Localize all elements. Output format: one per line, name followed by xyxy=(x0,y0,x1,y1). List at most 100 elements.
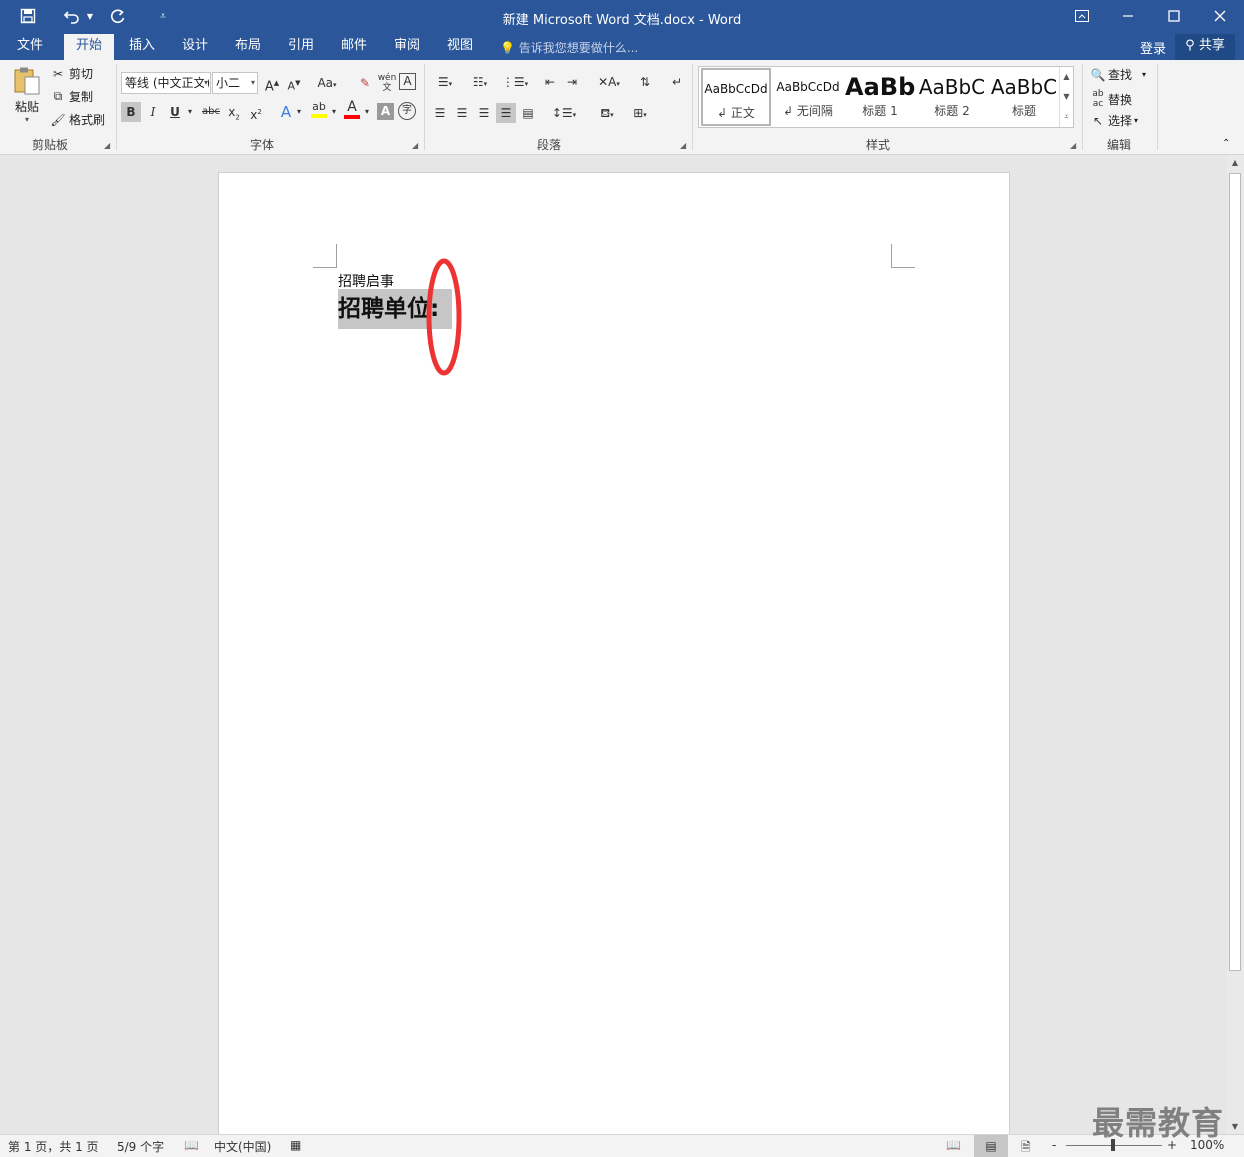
language-indicator[interactable]: 中文(中国) xyxy=(214,1138,271,1155)
distributed-icon[interactable]: ▤ xyxy=(518,103,538,123)
tab-home[interactable]: 开始 xyxy=(64,34,114,60)
document-page[interactable]: 招聘启事 招聘单位: xyxy=(218,172,1010,1142)
scroll-down-icon[interactable]: ▼ xyxy=(1226,1122,1244,1131)
show-formatting-marks-icon[interactable]: ↵ xyxy=(667,72,687,92)
web-layout-icon[interactable]: 🗎 xyxy=(1021,1138,1031,1157)
find-button[interactable]: 🔍 查找 ▾ xyxy=(1090,66,1147,83)
style-normal[interactable]: AaBbCcDd ↲ 正文 xyxy=(701,68,771,126)
page-count[interactable]: 第 1 页，共 1 页 xyxy=(8,1138,99,1155)
text-effects-button[interactable]: A xyxy=(276,102,296,122)
bold-button[interactable]: B xyxy=(121,102,141,122)
change-case-button[interactable]: Aa▾ xyxy=(312,73,342,93)
style-no-spacing[interactable]: AaBbCcDd ↲ 无间隔 xyxy=(773,68,843,126)
text-effects-dropdown-icon[interactable]: ▾ xyxy=(294,102,304,122)
collapse-ribbon-icon[interactable]: ⌃ xyxy=(1222,138,1230,149)
gallery-more-icon[interactable]: ⩡ xyxy=(1059,107,1073,127)
tab-file[interactable]: 文件 xyxy=(8,34,52,60)
tab-mailings[interactable]: 邮件 xyxy=(333,34,375,60)
clear-formatting-icon[interactable]: ✎ xyxy=(355,73,375,93)
document-text-line[interactable]: 招聘启事 xyxy=(338,271,394,291)
underline-dropdown-icon[interactable]: ▾ xyxy=(185,102,195,122)
close-icon[interactable] xyxy=(1205,4,1235,28)
align-right-icon[interactable]: ☰ xyxy=(474,103,494,123)
underline-button[interactable]: U xyxy=(165,102,185,122)
increase-indent-icon[interactable]: ⇥ xyxy=(562,72,582,92)
cut-button[interactable]: ✂ 剪切 xyxy=(50,65,93,82)
font-color-dropdown-icon[interactable]: ▾ xyxy=(362,102,372,122)
paragraph-launcher-icon[interactable]: ◢ xyxy=(680,141,686,150)
scroll-thumb[interactable] xyxy=(1229,173,1241,971)
font-color-button[interactable]: A xyxy=(342,100,362,120)
tell-me-box[interactable]: 💡 告诉我您想要做什么... xyxy=(500,39,638,56)
style-heading-1[interactable]: AaBb 标题 1 xyxy=(845,68,915,126)
style-heading-2[interactable]: AaBbC 标题 2 xyxy=(917,68,987,126)
decrease-indent-icon[interactable]: ⇤ xyxy=(540,72,560,92)
select-button[interactable]: ↖ 选择 ▾ xyxy=(1090,112,1138,129)
margin-corner-mark xyxy=(891,244,915,268)
tab-design[interactable]: 设计 xyxy=(174,34,216,60)
styles-launcher-icon[interactable]: ◢ xyxy=(1070,141,1076,150)
scroll-up-icon[interactable]: ▲ xyxy=(1226,158,1244,167)
borders-button[interactable]: ⊞▾ xyxy=(625,103,655,123)
word-count[interactable]: 5/9 个字 xyxy=(117,1138,164,1155)
bullets-button[interactable]: ☰▾ xyxy=(430,72,460,92)
font-group-label: 字体 xyxy=(249,138,274,152)
paste-button[interactable]: 粘贴 ▾ xyxy=(10,66,44,126)
highlight-dropdown-icon[interactable]: ▾ xyxy=(329,102,339,122)
shrink-font-button[interactable]: A▼ xyxy=(284,73,304,93)
share-button[interactable]: ⚲ 共享 xyxy=(1175,34,1235,60)
multilevel-list-icon: ⋮☰ xyxy=(501,75,525,89)
sort-icon[interactable]: ⇅ xyxy=(635,72,655,92)
font-size-select[interactable]: 小二 ▾ xyxy=(212,72,258,94)
text-effects-icon: A xyxy=(280,103,292,121)
format-painter-button[interactable]: 🖌 格式刷 xyxy=(50,111,105,128)
character-shading-button[interactable]: A xyxy=(377,103,394,120)
replace-button[interactable]: ab ac 替换 xyxy=(1090,89,1132,109)
style-title[interactable]: AaBbC 标题 xyxy=(989,68,1059,126)
grow-font-button[interactable]: A▲ xyxy=(262,73,282,94)
gallery-down-icon[interactable]: ▼ xyxy=(1059,87,1073,107)
chinese-layout-button[interactable]: ✕A▾ xyxy=(594,72,624,92)
sign-in-link[interactable]: 登录 xyxy=(1140,38,1166,57)
strikethrough-button[interactable]: abc xyxy=(199,102,223,122)
ribbon-display-icon[interactable] xyxy=(1067,4,1097,28)
subscript-button[interactable]: x2 xyxy=(224,102,244,122)
print-layout-icon[interactable]: ▤ xyxy=(974,1135,1008,1157)
line-spacing-button[interactable]: ↕☰▾ xyxy=(549,103,579,123)
style-preview: AaBb xyxy=(845,73,915,101)
highlight-button[interactable]: ab xyxy=(309,100,329,120)
vertical-scrollbar[interactable]: ▲ ▼ xyxy=(1226,155,1244,1134)
minimize-icon[interactable] xyxy=(1113,4,1143,28)
character-border-button[interactable]: A xyxy=(399,73,416,90)
phonetic-guide-button[interactable]: wén 文 xyxy=(377,73,397,93)
share-label: 共享 xyxy=(1198,38,1225,53)
font-launcher-icon[interactable]: ◢ xyxy=(412,141,418,150)
copy-button[interactable]: ⧉ 复制 xyxy=(50,88,93,105)
macro-record-icon[interactable]: ▦ xyxy=(290,1138,301,1152)
italic-button[interactable]: I xyxy=(143,102,163,122)
align-center-icon[interactable]: ☰ xyxy=(452,103,472,123)
font-family-select[interactable]: 等线 (中文正文) ▾ xyxy=(121,72,211,94)
numbering-button[interactable]: ☷▾ xyxy=(465,72,495,92)
gallery-up-icon[interactable]: ▲ xyxy=(1059,67,1073,87)
cursor-icon: ↖ xyxy=(1092,113,1104,128)
proofing-icon[interactable]: 📖 xyxy=(184,1138,199,1152)
shading-button[interactable]: ⛾▾ xyxy=(592,103,622,123)
maximize-icon[interactable] xyxy=(1159,4,1189,28)
lightbulb-icon: 💡 xyxy=(500,41,515,55)
multilevel-list-button[interactable]: ⋮☰▾ xyxy=(500,72,530,92)
tab-references[interactable]: 引用 xyxy=(280,34,322,60)
enclose-characters-icon: 字 xyxy=(402,105,412,116)
tab-view[interactable]: 视图 xyxy=(439,34,481,60)
tab-layout[interactable]: 布局 xyxy=(227,34,269,60)
zoom-out-button[interactable]: - xyxy=(1052,1138,1056,1152)
tab-review[interactable]: 审阅 xyxy=(386,34,428,60)
superscript-button[interactable]: x2 xyxy=(246,102,266,122)
tab-insert[interactable]: 插入 xyxy=(121,34,163,60)
format-painter-label: 格式刷 xyxy=(69,113,106,127)
align-left-icon[interactable]: ☰ xyxy=(430,103,450,123)
enclose-characters-button[interactable]: 字 xyxy=(398,102,416,120)
justify-icon[interactable]: ☰ xyxy=(496,103,516,123)
read-mode-icon[interactable]: 📖 xyxy=(946,1138,961,1152)
clipboard-launcher-icon[interactable]: ◢ xyxy=(104,141,110,150)
